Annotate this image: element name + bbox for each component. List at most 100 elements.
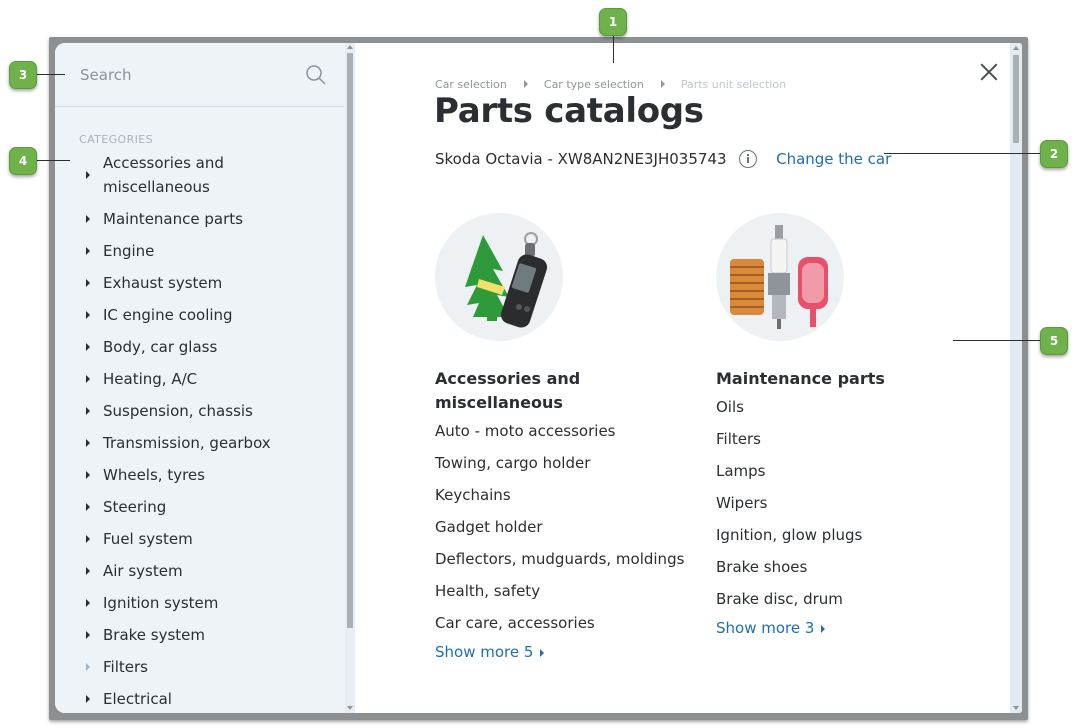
sidebar-item-ignition-system[interactable]: Ignition system bbox=[55, 591, 345, 615]
callout-badge-5: 5 bbox=[1040, 327, 1068, 355]
category-title[interactable]: Accessories and miscellaneous bbox=[435, 367, 685, 415]
callout-leader-line bbox=[37, 160, 70, 161]
sidebar-item-wheels-tyres[interactable]: Wheels, tyres bbox=[55, 463, 345, 487]
subcategory-item[interactable]: Auto - moto accessories bbox=[435, 419, 685, 443]
sidebar-item-label: IC engine cooling bbox=[103, 306, 233, 324]
selected-car: Skoda Octavia - XW8AN2NE3JH035743 Change… bbox=[435, 149, 891, 168]
callout-badge-4: 4 bbox=[9, 147, 37, 175]
air-freshener-keyfob-illustration bbox=[465, 232, 548, 328]
subcategory-item[interactable]: Filters bbox=[716, 427, 966, 451]
sidebar-item-accessories[interactable]: Accessories and miscellaneous bbox=[55, 151, 345, 199]
sidebar-item-filters[interactable]: Filters bbox=[55, 655, 345, 679]
sidebar-item-electrical[interactable]: Electrical bbox=[55, 687, 345, 711]
callout-badge-3: 3 bbox=[9, 61, 37, 89]
sidebar-item-label: Engine bbox=[103, 242, 155, 260]
sidebar-item-suspension-chassis[interactable]: Suspension, chassis bbox=[55, 399, 345, 423]
maintenance-image[interactable] bbox=[716, 213, 844, 341]
change-car-link[interactable]: Change the car bbox=[776, 150, 891, 168]
scroll-down-icon[interactable] bbox=[347, 706, 353, 710]
breadcrumb-current: Parts unit selection bbox=[680, 77, 787, 91]
show-more-label: Show more 3 bbox=[716, 619, 815, 637]
subcategory-item[interactable]: Wipers bbox=[716, 491, 966, 515]
close-icon[interactable] bbox=[980, 63, 998, 81]
sidebar-item-label: Fuel system bbox=[103, 530, 193, 548]
page-title: Parts catalogs bbox=[434, 91, 704, 131]
sidebar-item-exhaust-system[interactable]: Exhaust system bbox=[55, 271, 345, 295]
parts-catalog-dialog: CATEGORIES Accessories and miscellaneous… bbox=[55, 43, 1022, 713]
search-icon[interactable] bbox=[305, 64, 327, 86]
subcategory-item[interactable]: Lamps bbox=[716, 459, 966, 483]
category-list: Accessories and miscellaneous Maintenanc… bbox=[55, 151, 345, 713]
sidebar-item-label: Air system bbox=[103, 562, 183, 580]
callout-leader-line bbox=[884, 153, 1041, 154]
subcategory-item[interactable]: Brake shoes bbox=[716, 555, 966, 579]
category-card-accessories: Accessories and miscellaneous Auto - mot… bbox=[435, 213, 685, 661]
info-icon[interactable] bbox=[739, 149, 758, 168]
subcategory-item[interactable]: Brake disc, drum bbox=[716, 587, 966, 611]
scroll-up-icon[interactable] bbox=[347, 45, 353, 49]
callout-leader-line bbox=[953, 340, 1041, 341]
sidebar-item-heating-ac[interactable]: Heating, A/C bbox=[55, 367, 345, 391]
callout-leader-line bbox=[37, 74, 65, 75]
chevron-right-icon bbox=[86, 343, 90, 351]
chevron-right-icon bbox=[86, 311, 90, 319]
main-scrollbar[interactable] bbox=[1010, 43, 1022, 713]
breadcrumb-car-type-selection[interactable]: Car type selection bbox=[544, 78, 644, 91]
breadcrumb-separator-icon bbox=[661, 80, 666, 88]
chevron-right-icon bbox=[86, 663, 90, 671]
sidebar-item-ic-engine-cooling[interactable]: IC engine cooling bbox=[55, 303, 345, 327]
sidebar-item-air-system[interactable]: Air system bbox=[55, 559, 345, 583]
sidebar-item-label: Body, car glass bbox=[103, 338, 218, 356]
sidebar-item-label: Brake system bbox=[103, 626, 206, 644]
search-input[interactable] bbox=[78, 63, 302, 87]
sidebar-item-engine[interactable]: Engine bbox=[55, 239, 345, 263]
filter-sparkplug-illustration bbox=[730, 225, 828, 329]
chevron-right-icon bbox=[86, 695, 90, 703]
scroll-down-icon[interactable] bbox=[1013, 706, 1019, 710]
chevron-right-icon bbox=[86, 439, 90, 447]
breadcrumb-car-selection[interactable]: Car selection bbox=[435, 78, 507, 91]
car-name: Skoda Octavia - XW8AN2NE3JH035743 bbox=[435, 149, 727, 168]
sidebar-item-label: Suspension, chassis bbox=[103, 402, 253, 420]
show-more-link[interactable]: Show more 3 bbox=[716, 619, 966, 637]
show-more-link[interactable]: Show more 5 bbox=[435, 643, 685, 661]
subcategory-item[interactable]: Towing, cargo holder bbox=[435, 451, 685, 475]
subcategory-list: Auto - moto accessories Towing, cargo ho… bbox=[435, 419, 685, 635]
sidebar-item-transmission-gearbox[interactable]: Transmission, gearbox bbox=[55, 431, 345, 455]
subcategory-item[interactable]: Oils bbox=[716, 395, 966, 419]
category-card-maintenance: Maintenance parts Oils Filters Lamps Wip… bbox=[716, 213, 966, 637]
sidebar-item-brake-system[interactable]: Brake system bbox=[55, 623, 345, 647]
subcategory-item[interactable]: Deflectors, mudguards, moldings bbox=[435, 547, 685, 571]
chevron-right-icon bbox=[86, 247, 90, 255]
callout-badge-2: 2 bbox=[1040, 140, 1068, 168]
sidebar-item-body-car-glass[interactable]: Body, car glass bbox=[55, 335, 345, 359]
sidebar-item-label: Filters bbox=[103, 658, 148, 676]
caret-right-icon bbox=[540, 648, 545, 657]
sidebar-item-maintenance-parts[interactable]: Maintenance parts bbox=[55, 207, 345, 231]
sidebar-scrollbar[interactable] bbox=[345, 43, 355, 713]
scrollbar-thumb[interactable] bbox=[1013, 55, 1019, 143]
chevron-right-icon bbox=[86, 375, 90, 383]
chevron-right-icon bbox=[86, 215, 90, 223]
sidebar-item-label: Accessories and miscellaneous bbox=[103, 154, 224, 196]
subcategory-item[interactable]: Gadget holder bbox=[435, 515, 685, 539]
sidebar-item-fuel-system[interactable]: Fuel system bbox=[55, 527, 345, 551]
subcategory-item[interactable]: Car care, accessories bbox=[435, 611, 685, 635]
accessories-image[interactable] bbox=[435, 213, 563, 341]
dialog-frame: CATEGORIES Accessories and miscellaneous… bbox=[49, 37, 1028, 720]
callout-badge-1: 1 bbox=[599, 8, 627, 36]
chevron-right-icon bbox=[86, 567, 90, 575]
scroll-up-icon[interactable] bbox=[1013, 46, 1019, 50]
main-content: Car selection Car type selection Parts u… bbox=[355, 43, 1022, 713]
chevron-right-icon bbox=[86, 471, 90, 479]
sidebar-item-steering[interactable]: Steering bbox=[55, 495, 345, 519]
scrollbar-thumb[interactable] bbox=[347, 53, 353, 628]
sidebar-item-label: Wheels, tyres bbox=[103, 466, 205, 484]
subcategory-item[interactable]: Ignition, glow plugs bbox=[716, 523, 966, 547]
category-title[interactable]: Maintenance parts bbox=[716, 367, 966, 391]
sidebar: CATEGORIES Accessories and miscellaneous… bbox=[55, 43, 345, 713]
chevron-right-icon bbox=[86, 171, 90, 179]
chevron-right-icon bbox=[86, 535, 90, 543]
subcategory-item[interactable]: Keychains bbox=[435, 483, 685, 507]
subcategory-item[interactable]: Health, safety bbox=[435, 579, 685, 603]
